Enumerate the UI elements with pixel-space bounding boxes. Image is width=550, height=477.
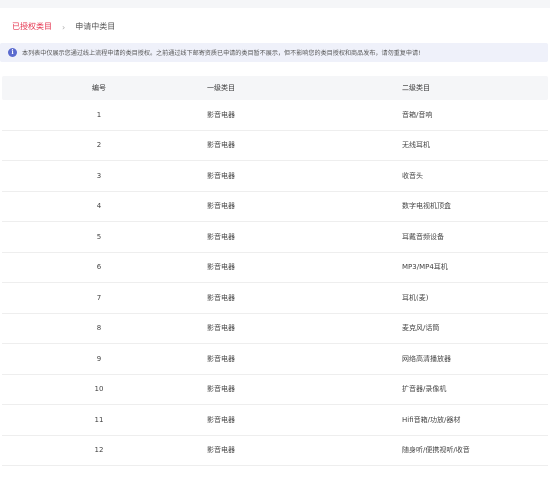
row-level1: 影音电器 [207, 415, 235, 424]
table-row: 6 影音电器 MP3/MP4耳机 [2, 253, 548, 283]
notice-banner: i 本列表中仅展示您通过线上流程申请的类目授权。之前通过线下邮寄资质已申请的类目… [0, 43, 548, 62]
row-id: 2 [96, 141, 102, 150]
top-strip [0, 0, 550, 8]
row-level1: 影音电器 [207, 385, 235, 394]
table-row: 1 影音电器 音箱/音响 [2, 100, 548, 131]
row-level1: 影音电器 [207, 232, 235, 241]
row-level2: 扩音器/录像机 [402, 385, 447, 394]
row-id: 8 [96, 324, 102, 333]
row-level2: 耳戴音频设备 [402, 232, 444, 241]
table-row: 5 影音电器 耳戴音频设备 [2, 222, 548, 253]
row-id: 7 [96, 293, 102, 302]
header-id: 编号 [92, 84, 106, 92]
row-level1: 影音电器 [207, 263, 235, 272]
row-level1: 影音电器 [207, 293, 235, 302]
row-id: 12 [94, 446, 104, 455]
category-tabs: 已授权类目 › 申请中类目 [0, 17, 115, 37]
row-id: 3 [96, 171, 102, 180]
row-id: 5 [96, 232, 102, 241]
table-row: 7 影音电器 耳机(麦) [2, 283, 548, 314]
table-row: 8 影音电器 麦克风/话筒 [2, 314, 548, 344]
notice-text: 本列表中仅展示您通过线上流程申请的类目授权。之前通过线下邮寄资质已申请的类目暂不… [22, 50, 421, 57]
row-id: 6 [96, 263, 102, 272]
table-header: 编号 一级类目 二级类目 [2, 76, 548, 100]
tab-authorized-categories[interactable]: 已授权类目 [12, 17, 52, 37]
table-row: 12 影音电器 随身听/便携视听/收音 [2, 436, 548, 466]
row-level1: 影音电器 [207, 171, 235, 180]
row-level2: 随身听/便携视听/收音 [402, 446, 470, 455]
table-row: 2 影音电器 无线耳机 [2, 131, 548, 161]
row-level2: Hifi音箱/功放/器材 [402, 415, 461, 424]
row-level2: 收音头 [402, 171, 423, 180]
row-level2: 数字电视机顶盒 [402, 202, 451, 211]
row-level2: 麦克风/话筒 [402, 324, 440, 333]
row-level2: 无线耳机 [402, 141, 430, 150]
table-body: 1 影音电器 音箱/音响 2 影音电器 无线耳机 3 影音电器 收音头 4 影音电器 数字电视机顶盒 5… [2, 100, 548, 466]
row-level1: 影音电器 [207, 141, 235, 150]
row-level1: 影音电器 [207, 202, 235, 211]
row-id: 4 [96, 202, 102, 211]
row-id: 11 [94, 415, 104, 424]
table-row: 11 影音电器 Hifi音箱/功放/器材 [2, 405, 548, 436]
info-icon: i [8, 48, 17, 57]
row-level1: 影音电器 [207, 110, 235, 119]
table-row: 9 影音电器 网络高清播放器 [2, 344, 548, 375]
row-level1: 影音电器 [207, 446, 235, 455]
header-level1: 一级类目 [207, 84, 235, 92]
row-id: 10 [94, 385, 104, 394]
category-table: 编号 一级类目 二级类目 1 影音电器 音箱/音响 2 影音电器 无线耳机 3 影音电器 收音头… [2, 76, 548, 466]
tab-applying-categories[interactable]: 申请中类目 [75, 17, 115, 37]
row-level2: MP3/MP4耳机 [402, 263, 448, 272]
header-level2: 二级类目 [402, 84, 430, 92]
table-row: 10 影音电器 扩音器/录像机 [2, 375, 548, 405]
row-level2: 音箱/音响 [402, 110, 433, 119]
table-row: 4 影音电器 数字电视机顶盒 [2, 192, 548, 222]
table-row: 3 影音电器 收音头 [2, 161, 548, 192]
row-id: 1 [96, 110, 102, 119]
row-level1: 影音电器 [207, 324, 235, 333]
row-level2: 耳机(麦) [402, 293, 429, 302]
row-level1: 影音电器 [207, 354, 235, 363]
chevron-right-icon: › [62, 22, 66, 32]
row-id: 9 [96, 354, 102, 363]
row-level2: 网络高清播放器 [402, 354, 451, 363]
